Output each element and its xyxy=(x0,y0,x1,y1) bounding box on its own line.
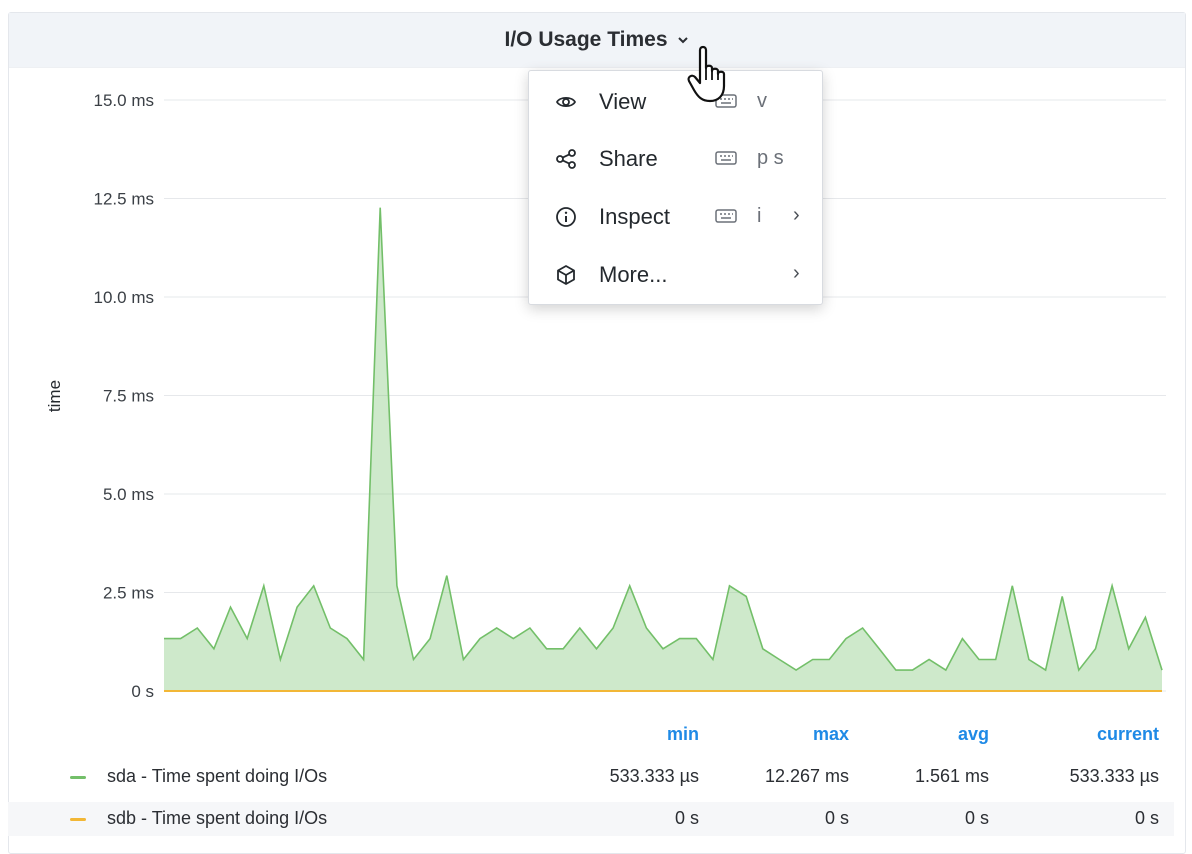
y-axis-ticks: 0 s 2.5 ms 5.0 ms 7.5 ms 10.0 ms 12.5 ms 15.0 … xyxy=(94,91,154,701)
legend-header: min max avg current xyxy=(8,718,1174,752)
hand-pointer-cursor-icon xyxy=(687,45,726,103)
y-tick-label: 0 s xyxy=(131,682,154,701)
menu-item-shortcut: p s xyxy=(757,147,784,169)
legend-series-name[interactable]: sda - Time spent doing I/Os xyxy=(107,766,327,787)
series-color-swatch[interactable] xyxy=(70,818,86,821)
keyboard-icon xyxy=(715,151,737,165)
chevron-right-icon: › xyxy=(793,204,800,226)
legend-max-value: 12.267 ms xyxy=(764,766,849,786)
menu-item-inspect[interactable]: Inspect i › xyxy=(529,190,822,242)
legend-row[interactable]: sdb - Time spent doing I/Os 0 s 0 s 0 s … xyxy=(8,802,1174,836)
legend-min-value: 533.333 µs xyxy=(609,766,699,786)
y-tick-label: 15.0 ms xyxy=(94,91,154,110)
legend-current-value: 533.333 µs xyxy=(1069,766,1159,786)
y-tick-label: 5.0 ms xyxy=(103,485,154,504)
menu-item-share[interactable]: Share p s xyxy=(529,132,822,184)
menu-item-shortcut: i xyxy=(757,205,762,227)
panel-menu: View v Share p s Inspect i › More... › xyxy=(528,70,823,305)
menu-item-label: Inspect xyxy=(599,204,670,229)
legend-row[interactable]: sda - Time spent doing I/Os 533.333 µs 1… xyxy=(8,760,1174,794)
menu-item-label: More... xyxy=(599,262,668,287)
legend-series-name[interactable]: sdb - Time spent doing I/Os xyxy=(107,808,327,829)
eye-icon xyxy=(555,96,577,108)
series-color-swatch[interactable] xyxy=(70,776,86,779)
legend-header-min[interactable]: min xyxy=(667,724,699,745)
info-icon xyxy=(556,207,576,227)
y-axis-label: time xyxy=(45,380,64,412)
y-tick-label: 2.5 ms xyxy=(103,584,154,603)
menu-item-shortcut: v xyxy=(757,90,767,112)
y-tick-label: 7.5 ms xyxy=(103,387,154,406)
share-icon xyxy=(556,149,576,169)
chevron-right-icon: › xyxy=(793,262,800,284)
legend-avg-value: 0 s xyxy=(964,808,989,828)
menu-item-view[interactable]: View v xyxy=(529,75,822,127)
legend-max-value: 0 s xyxy=(824,808,849,828)
y-tick-label: 12.5 ms xyxy=(94,190,154,209)
legend-avg-value: 1.561 ms xyxy=(914,766,989,786)
legend-current-value: 0 s xyxy=(1134,808,1159,828)
y-tick-label: 10.0 ms xyxy=(94,288,154,307)
legend-header-current[interactable]: current xyxy=(1097,724,1159,745)
cube-icon xyxy=(557,265,575,285)
menu-item-more[interactable]: More... › xyxy=(529,248,822,300)
keyboard-icon xyxy=(715,209,737,223)
legend-min-value: 0 s xyxy=(674,808,699,828)
legend-header-avg[interactable]: avg xyxy=(958,724,989,745)
legend-header-max[interactable]: max xyxy=(813,724,849,745)
menu-item-label: View xyxy=(599,89,647,114)
menu-item-label: Share xyxy=(599,146,658,171)
